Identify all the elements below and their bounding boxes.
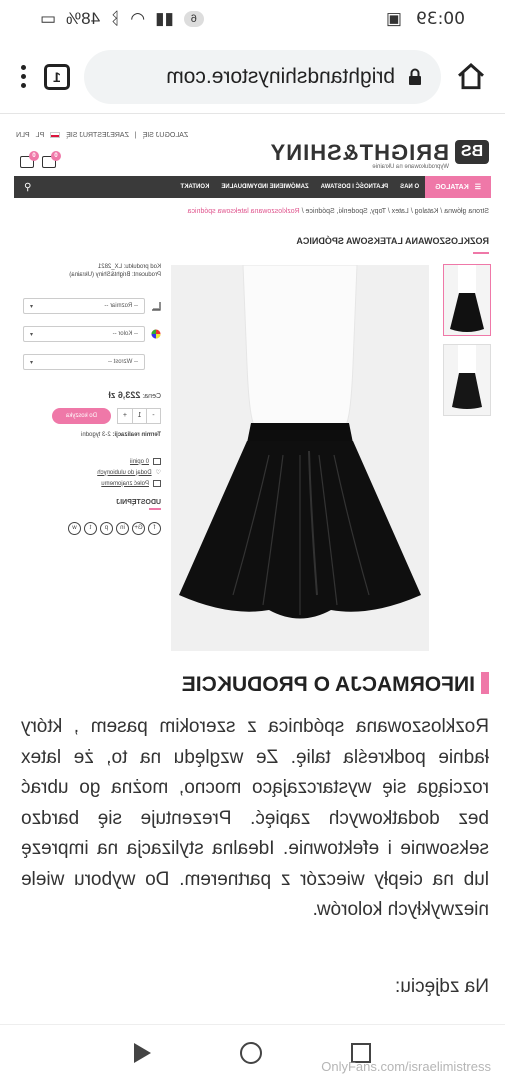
crumb-home[interactable]: Strona główna bbox=[444, 208, 489, 215]
cart-icon[interactable]: 0 bbox=[20, 151, 39, 168]
nav-katalog-label: KATALOG bbox=[435, 183, 469, 191]
lock-icon bbox=[409, 68, 421, 85]
nav-katalog[interactable]: ☰ KATALOG bbox=[425, 176, 491, 198]
nav-zamowienie[interactable]: ZAMÓWIENIE INDYWIDUALNE bbox=[215, 184, 314, 190]
thumbnail-2[interactable] bbox=[443, 344, 491, 416]
price-label: Cena: bbox=[142, 393, 161, 400]
price-value: 223,6 zł bbox=[108, 390, 141, 400]
crumb-current: Rozkloszowana lateksowa spódnica bbox=[187, 208, 300, 215]
gallery-icon: ▣ bbox=[385, 9, 402, 28]
battery-icon: ▭ bbox=[40, 9, 57, 28]
qty-value[interactable]: 1 bbox=[132, 409, 146, 423]
page-title: ROZKLOSZOWANA LATEKSOWA SPÓDNICA bbox=[296, 236, 489, 246]
twitter-icon[interactable]: t bbox=[84, 522, 97, 535]
home-circle-icon[interactable] bbox=[240, 1041, 263, 1064]
signal-icon: ▮▮ bbox=[155, 9, 174, 28]
crumb-katalog[interactable]: Katalog bbox=[415, 208, 439, 215]
battery-percent: 48% bbox=[66, 9, 101, 28]
title-underline bbox=[473, 252, 489, 254]
nav-platnosc[interactable]: PŁATNOŚĆ I DOSTAWA bbox=[315, 184, 394, 190]
reviews-link[interactable]: 0 opinii bbox=[13, 458, 161, 465]
hamburger-icon: ☰ bbox=[474, 184, 481, 191]
wishlist-icon[interactable]: 0 bbox=[42, 151, 61, 168]
nav-o-nas[interactable]: O NAS bbox=[394, 184, 425, 190]
info-heading: INFORMACJA O PRODUKCIE bbox=[182, 672, 489, 697]
main-nav: ☰ KATALOG O NAS PŁATNOŚĆ I DOSTAWA ZAMÓW… bbox=[14, 176, 491, 198]
product-details: Kod produktu: LX_2821 Producent: Bright&… bbox=[13, 264, 161, 535]
thumbnail-1[interactable] bbox=[443, 264, 491, 336]
header-actions: 0 0 bbox=[20, 151, 61, 168]
notification-count: 6 bbox=[183, 11, 204, 27]
product-producer: Producent: Bright&Shiny (Ukraina) bbox=[69, 272, 161, 278]
address-bar[interactable]: brightandshinystore.com bbox=[84, 49, 441, 104]
logo-mark: BS bbox=[455, 140, 489, 164]
add-to-cart-button[interactable]: Do koszyka bbox=[51, 408, 111, 424]
heading-accent bbox=[481, 672, 489, 694]
site-header: BS BRIGHT&SHINY Wyprodukowane na Ukraini… bbox=[0, 126, 505, 178]
envelope-icon bbox=[153, 480, 161, 487]
thumbnail-strip bbox=[443, 264, 491, 424]
color-wheel-icon bbox=[151, 329, 161, 339]
quantity-stepper[interactable]: - 1 + bbox=[117, 408, 161, 424]
site-logo[interactable]: BS BRIGHT&SHINY Wyprodukowane na Ukraini… bbox=[270, 136, 489, 170]
nav-kontakt[interactable]: KONTAKT bbox=[174, 184, 215, 190]
price-block: Cena: 223,6 zł bbox=[13, 390, 161, 400]
product-code: Kod produktu: LX_2821 bbox=[97, 264, 161, 270]
color-select[interactable]: -- Kolor -- ▾ bbox=[23, 326, 145, 342]
login-link[interactable]: ZALOGUJ SIĘ bbox=[143, 132, 189, 139]
currency-select[interactable]: PLN bbox=[16, 132, 30, 139]
back-icon[interactable] bbox=[134, 1042, 152, 1063]
browser-toolbar: brightandshinystore.com 1 bbox=[0, 40, 505, 114]
wishlist-link[interactable]: ♡ Dodaj do ulubionych bbox=[13, 469, 161, 477]
crumb-latex[interactable]: Latex bbox=[392, 208, 409, 215]
lead-time: Termin realizacji: 2-3 tygodni bbox=[81, 432, 161, 438]
menu-icon[interactable] bbox=[18, 65, 30, 88]
logo-tagline: Wyprodukowane na Ukrainie bbox=[372, 164, 449, 170]
vk-icon[interactable]: w bbox=[68, 522, 81, 535]
pinterest-icon[interactable]: p bbox=[100, 522, 113, 535]
google-plus-icon[interactable]: G+ bbox=[132, 522, 145, 535]
url-text: brightandshinystore.com bbox=[166, 64, 395, 88]
height-select[interactable]: -- Wzrost -- ▾ bbox=[23, 354, 145, 370]
wishlist-count: 0 bbox=[51, 151, 61, 161]
heart-icon: ♡ bbox=[155, 470, 161, 476]
crumb-category[interactable]: Topy, Spodenki, Spódnice bbox=[306, 208, 386, 215]
breadcrumb: Strona główna / Katalog / Latex / Topy, … bbox=[187, 208, 489, 215]
share-heading: UDOSTĘPNIJ bbox=[116, 499, 161, 506]
product-main-image[interactable] bbox=[171, 265, 429, 651]
home-icon[interactable] bbox=[455, 61, 487, 93]
flag-pl-icon bbox=[50, 132, 61, 138]
logo-wordmark: BRIGHT&SHINY bbox=[269, 140, 449, 165]
photo-caption: Na zdjęciu: bbox=[395, 976, 489, 997]
tab-switcher-button[interactable]: 1 bbox=[44, 63, 70, 90]
qty-plus-button[interactable]: + bbox=[118, 409, 132, 423]
status-bar: 00:39 ▣ 6 ▮▮ ◠ ᛒ 48% ▭ bbox=[0, 0, 505, 38]
cart-count: 0 bbox=[29, 151, 39, 161]
language-select[interactable]: PL bbox=[36, 132, 45, 139]
watermark: OnlyFans.com/israelimistress bbox=[321, 1059, 491, 1074]
recommend-link[interactable]: Poleć znajomemu bbox=[13, 480, 161, 487]
bluetooth-icon: ᛒ bbox=[110, 9, 121, 28]
search-icon[interactable]: ⚲ bbox=[14, 182, 41, 193]
social-buttons: f G+ in p t w bbox=[13, 522, 161, 535]
facebook-icon[interactable]: f bbox=[148, 522, 161, 535]
clock: 00:39 bbox=[416, 9, 465, 29]
wifi-icon: ◠ bbox=[130, 9, 146, 28]
top-links: ZALOGUJ SIĘ | ZAREJESTRUJ SIĘ PL PLN bbox=[16, 132, 189, 139]
linkedin-icon[interactable]: in bbox=[116, 522, 129, 535]
product-description: Rozkloszowana spódnica z szerokim pasem … bbox=[21, 716, 489, 920]
comment-icon bbox=[153, 458, 161, 465]
ruler-icon bbox=[152, 302, 161, 311]
register-link[interactable]: ZAREJESTRUJ SIĘ bbox=[66, 132, 129, 139]
qty-minus-button[interactable]: - bbox=[146, 409, 160, 423]
size-select[interactable]: -- Rozmiar -- ▾ bbox=[23, 298, 145, 314]
